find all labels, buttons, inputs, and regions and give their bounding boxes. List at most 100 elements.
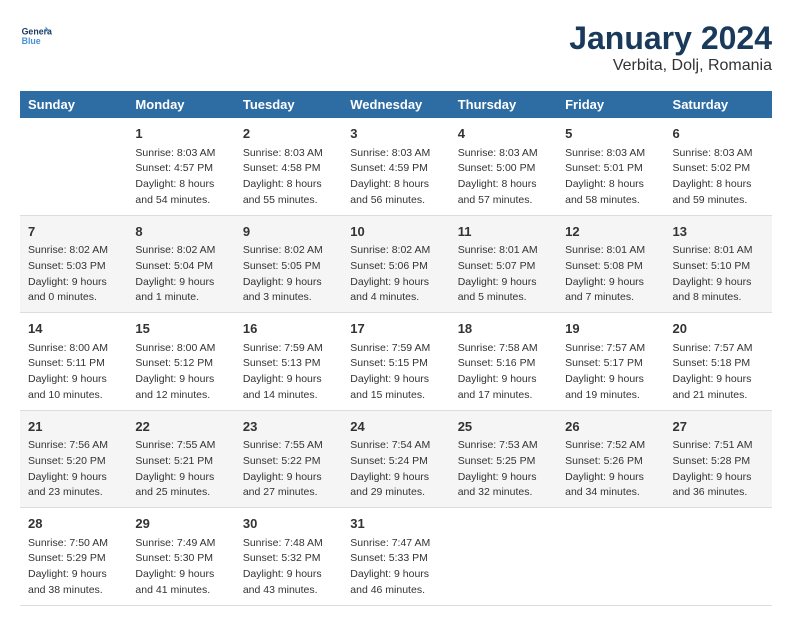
day-number: 28 (28, 514, 119, 534)
day-info: Sunrise: 7:58 AMSunset: 5:16 PMDaylight:… (458, 341, 549, 404)
day-number: 9 (243, 222, 334, 242)
day-info: Sunrise: 8:03 AMSunset: 5:01 PMDaylight:… (565, 146, 656, 209)
day-info: Sunrise: 8:03 AMSunset: 4:58 PMDaylight:… (243, 146, 334, 209)
day-number: 10 (350, 222, 441, 242)
calendar-cell (450, 508, 557, 606)
day-number: 16 (243, 319, 334, 339)
day-number: 18 (458, 319, 549, 339)
day-info: Sunrise: 8:01 AMSunset: 5:07 PMDaylight:… (458, 243, 549, 306)
calendar-table: SundayMondayTuesdayWednesdayThursdayFrid… (20, 91, 772, 606)
calendar-cell: 22Sunrise: 7:55 AMSunset: 5:21 PMDayligh… (127, 410, 234, 508)
week-row-4: 21Sunrise: 7:56 AMSunset: 5:20 PMDayligh… (20, 410, 772, 508)
logo-icon: General Blue (20, 20, 52, 52)
calendar-cell: 25Sunrise: 7:53 AMSunset: 5:25 PMDayligh… (450, 410, 557, 508)
calendar-cell: 23Sunrise: 7:55 AMSunset: 5:22 PMDayligh… (235, 410, 342, 508)
day-number: 17 (350, 319, 441, 339)
day-info: Sunrise: 7:59 AMSunset: 5:13 PMDaylight:… (243, 341, 334, 404)
day-number: 13 (673, 222, 764, 242)
day-info: Sunrise: 7:56 AMSunset: 5:20 PMDaylight:… (28, 438, 119, 501)
day-number: 21 (28, 417, 119, 437)
day-info: Sunrise: 8:03 AMSunset: 5:02 PMDaylight:… (673, 146, 764, 209)
day-info: Sunrise: 7:55 AMSunset: 5:21 PMDaylight:… (135, 438, 226, 501)
calendar-cell: 27Sunrise: 7:51 AMSunset: 5:28 PMDayligh… (665, 410, 772, 508)
day-info: Sunrise: 8:03 AMSunset: 4:59 PMDaylight:… (350, 146, 441, 209)
day-info: Sunrise: 8:00 AMSunset: 5:12 PMDaylight:… (135, 341, 226, 404)
svg-text:Blue: Blue (22, 36, 41, 46)
col-header-wednesday: Wednesday (342, 91, 449, 118)
calendar-cell: 21Sunrise: 7:56 AMSunset: 5:20 PMDayligh… (20, 410, 127, 508)
calendar-cell: 3Sunrise: 8:03 AMSunset: 4:59 PMDaylight… (342, 118, 449, 215)
week-row-5: 28Sunrise: 7:50 AMSunset: 5:29 PMDayligh… (20, 508, 772, 606)
calendar-cell (20, 118, 127, 215)
day-number: 30 (243, 514, 334, 534)
calendar-cell: 15Sunrise: 8:00 AMSunset: 5:12 PMDayligh… (127, 313, 234, 411)
calendar-cell (557, 508, 664, 606)
calendar-cell: 13Sunrise: 8:01 AMSunset: 5:10 PMDayligh… (665, 215, 772, 313)
week-row-3: 14Sunrise: 8:00 AMSunset: 5:11 PMDayligh… (20, 313, 772, 411)
title-section: January 2024 Verbita, Dolj, Romania (569, 20, 772, 75)
calendar-cell: 2Sunrise: 8:03 AMSunset: 4:58 PMDaylight… (235, 118, 342, 215)
week-row-1: 1Sunrise: 8:03 AMSunset: 4:57 PMDaylight… (20, 118, 772, 215)
day-info: Sunrise: 8:02 AMSunset: 5:04 PMDaylight:… (135, 243, 226, 306)
logo: General Blue (20, 20, 52, 52)
day-number: 2 (243, 124, 334, 144)
month-year-title: January 2024 (569, 20, 772, 57)
week-row-2: 7Sunrise: 8:02 AMSunset: 5:03 PMDaylight… (20, 215, 772, 313)
day-number: 8 (135, 222, 226, 242)
day-info: Sunrise: 7:57 AMSunset: 5:17 PMDaylight:… (565, 341, 656, 404)
day-info: Sunrise: 8:03 AMSunset: 5:00 PMDaylight:… (458, 146, 549, 209)
col-header-monday: Monday (127, 91, 234, 118)
col-header-saturday: Saturday (665, 91, 772, 118)
calendar-cell: 11Sunrise: 8:01 AMSunset: 5:07 PMDayligh… (450, 215, 557, 313)
day-number: 3 (350, 124, 441, 144)
calendar-cell: 14Sunrise: 8:00 AMSunset: 5:11 PMDayligh… (20, 313, 127, 411)
day-info: Sunrise: 7:49 AMSunset: 5:30 PMDaylight:… (135, 536, 226, 599)
calendar-cell: 20Sunrise: 7:57 AMSunset: 5:18 PMDayligh… (665, 313, 772, 411)
day-info: Sunrise: 8:02 AMSunset: 5:06 PMDaylight:… (350, 243, 441, 306)
calendar-cell: 10Sunrise: 8:02 AMSunset: 5:06 PMDayligh… (342, 215, 449, 313)
day-number: 11 (458, 222, 549, 242)
day-info: Sunrise: 8:01 AMSunset: 5:10 PMDaylight:… (673, 243, 764, 306)
calendar-cell: 17Sunrise: 7:59 AMSunset: 5:15 PMDayligh… (342, 313, 449, 411)
location-subtitle: Verbita, Dolj, Romania (569, 57, 772, 75)
col-header-friday: Friday (557, 91, 664, 118)
day-number: 14 (28, 319, 119, 339)
day-info: Sunrise: 8:00 AMSunset: 5:11 PMDaylight:… (28, 341, 119, 404)
day-number: 29 (135, 514, 226, 534)
day-number: 23 (243, 417, 334, 437)
day-number: 6 (673, 124, 764, 144)
day-info: Sunrise: 7:59 AMSunset: 5:15 PMDaylight:… (350, 341, 441, 404)
day-info: Sunrise: 7:53 AMSunset: 5:25 PMDaylight:… (458, 438, 549, 501)
calendar-cell: 5Sunrise: 8:03 AMSunset: 5:01 PMDaylight… (557, 118, 664, 215)
svg-text:General: General (22, 26, 52, 36)
calendar-cell: 16Sunrise: 7:59 AMSunset: 5:13 PMDayligh… (235, 313, 342, 411)
calendar-cell: 24Sunrise: 7:54 AMSunset: 5:24 PMDayligh… (342, 410, 449, 508)
calendar-cell: 30Sunrise: 7:48 AMSunset: 5:32 PMDayligh… (235, 508, 342, 606)
calendar-cell: 31Sunrise: 7:47 AMSunset: 5:33 PMDayligh… (342, 508, 449, 606)
day-number: 24 (350, 417, 441, 437)
day-number: 15 (135, 319, 226, 339)
calendar-cell (665, 508, 772, 606)
day-number: 1 (135, 124, 226, 144)
day-number: 7 (28, 222, 119, 242)
calendar-cell: 18Sunrise: 7:58 AMSunset: 5:16 PMDayligh… (450, 313, 557, 411)
calendar-cell: 6Sunrise: 8:03 AMSunset: 5:02 PMDaylight… (665, 118, 772, 215)
calendar-cell: 1Sunrise: 8:03 AMSunset: 4:57 PMDaylight… (127, 118, 234, 215)
col-header-sunday: Sunday (20, 91, 127, 118)
day-info: Sunrise: 7:47 AMSunset: 5:33 PMDaylight:… (350, 536, 441, 599)
calendar-cell: 28Sunrise: 7:50 AMSunset: 5:29 PMDayligh… (20, 508, 127, 606)
day-info: Sunrise: 7:57 AMSunset: 5:18 PMDaylight:… (673, 341, 764, 404)
day-info: Sunrise: 8:03 AMSunset: 4:57 PMDaylight:… (135, 146, 226, 209)
col-header-tuesday: Tuesday (235, 91, 342, 118)
day-number: 12 (565, 222, 656, 242)
calendar-cell: 19Sunrise: 7:57 AMSunset: 5:17 PMDayligh… (557, 313, 664, 411)
day-number: 4 (458, 124, 549, 144)
day-number: 27 (673, 417, 764, 437)
calendar-cell: 7Sunrise: 8:02 AMSunset: 5:03 PMDaylight… (20, 215, 127, 313)
day-info: Sunrise: 7:48 AMSunset: 5:32 PMDaylight:… (243, 536, 334, 599)
calendar-cell: 12Sunrise: 8:01 AMSunset: 5:08 PMDayligh… (557, 215, 664, 313)
day-info: Sunrise: 7:55 AMSunset: 5:22 PMDaylight:… (243, 438, 334, 501)
day-number: 31 (350, 514, 441, 534)
day-number: 20 (673, 319, 764, 339)
day-info: Sunrise: 8:01 AMSunset: 5:08 PMDaylight:… (565, 243, 656, 306)
